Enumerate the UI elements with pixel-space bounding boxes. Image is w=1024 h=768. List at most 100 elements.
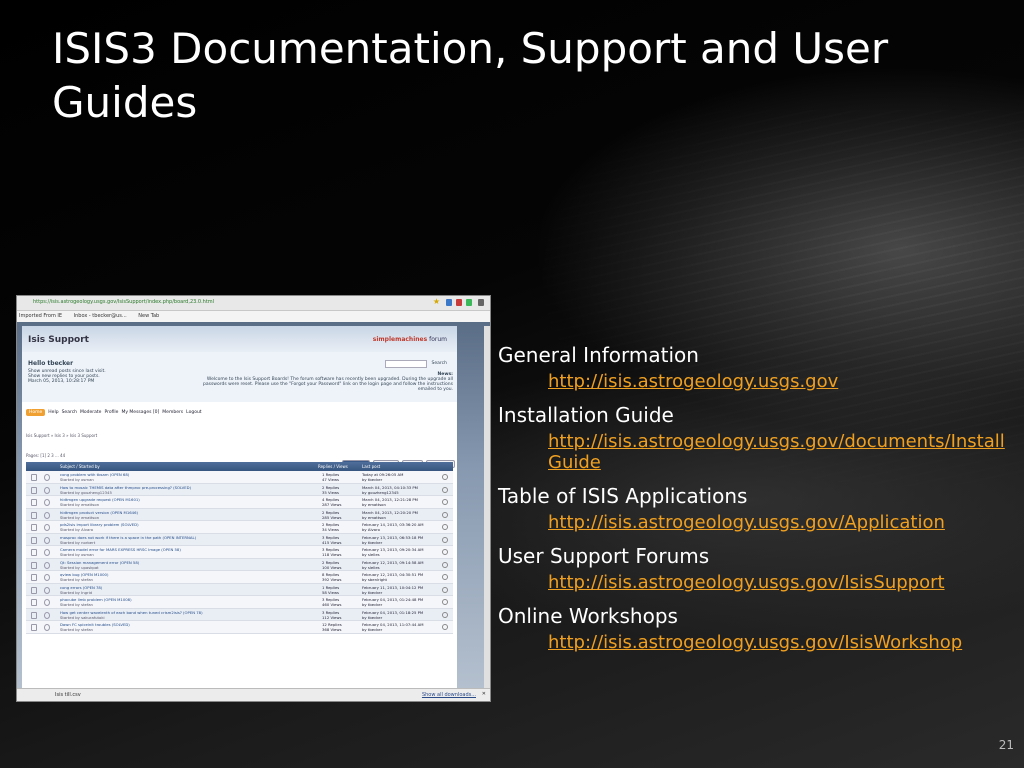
topic-icon bbox=[31, 511, 37, 519]
select-icon bbox=[442, 561, 448, 568]
topic-stats: 3 Replies 460 Views bbox=[322, 597, 342, 607]
topic-starter: Started by norbert bbox=[60, 539, 96, 545]
topic-icon bbox=[31, 499, 37, 506]
table-row: qview bug (OPEN M1000) Started by stefan 8… bbox=[26, 571, 453, 584]
browser-page: Isis Support simplemachines forum Hello … bbox=[17, 322, 490, 689]
topic-last-post: February 04, 2013, 01:18:25 PM by tbecker bbox=[362, 609, 424, 620]
topic-last-post: February 13, 2013, 06:53:18 PM by tbecker bbox=[362, 534, 424, 545]
download-file: Isis till.csv bbox=[55, 692, 81, 698]
select-icon bbox=[442, 536, 448, 543]
resource-link[interactable]: http://isis.astrogeology.usgs.gov/IsisSu… bbox=[548, 572, 1018, 593]
forum-name: Isis Support bbox=[28, 335, 89, 345]
topic-last-post: February 13, 2013, 09:20:34 AM by slelles bbox=[362, 547, 424, 557]
topic-stats: 12 Replies 368 Views bbox=[322, 622, 342, 632]
topic-table: Subject / Started by Replies / Views Las… bbox=[26, 462, 453, 634]
table-row: phocube limb problem (OPEN M1008) Started… bbox=[26, 596, 453, 609]
table-row: How to mosaic THEMIS data after thmproc … bbox=[26, 483, 453, 496]
topic-icon bbox=[31, 561, 37, 569]
status-icon bbox=[44, 549, 50, 556]
topic-last-post: March 04, 2013, 12:20:20 PM by emattson bbox=[362, 509, 418, 520]
pagination: Pages: [1] 2 3 ... 44 bbox=[26, 453, 66, 458]
status-icon bbox=[44, 536, 50, 544]
table-row: pds2isis import library problem (SOLVED)… bbox=[26, 521, 453, 534]
resource-link[interactable]: http://isis.astrogeology.usgs.gov bbox=[548, 371, 1018, 392]
resource-heading: Online Workshops bbox=[498, 604, 678, 628]
extension-icon bbox=[466, 299, 472, 306]
topic-last-post: February 04, 2013, 11:07:44 AM by tbecker bbox=[362, 622, 424, 632]
topic-icon bbox=[31, 586, 37, 594]
show-all-downloads: Show all downloads... bbox=[421, 692, 476, 698]
status-icon bbox=[44, 499, 50, 506]
topic-starter: Started by sakurafutoki bbox=[60, 614, 105, 620]
select-icon bbox=[442, 574, 448, 580]
status-icon bbox=[44, 486, 50, 494]
topic-stats: 2 Replies 34 Views bbox=[322, 522, 340, 532]
resource-item: User Support Forums http://isis.astrogeo… bbox=[498, 543, 1018, 593]
topic-icon bbox=[31, 486, 37, 494]
topic-starter: Started by gouzheng12345 bbox=[60, 489, 112, 495]
scrollbar bbox=[484, 326, 490, 689]
table-row: hidtmgen product version (OPEN M1646) Sta… bbox=[26, 508, 453, 521]
table-row: mosproc does not work if there is a spac… bbox=[26, 533, 453, 546]
topic-stats: 4 Replies 287 Views bbox=[322, 497, 342, 507]
topic-icon bbox=[31, 549, 37, 556]
topic-stats: 2 Replies 100 Views bbox=[322, 559, 342, 570]
bookmark: Imported From IE bbox=[19, 313, 63, 319]
topic-starter: Started by stefan bbox=[60, 602, 93, 607]
slide-number: 21 bbox=[998, 738, 1014, 752]
forum-logo: simplemachines forum bbox=[372, 336, 447, 343]
topic-starter: Started by stefan bbox=[60, 627, 93, 632]
table-row: Dawn FC spiceinit troubles (SOLVED) Start… bbox=[26, 621, 453, 634]
topic-icon bbox=[31, 574, 37, 581]
select-icon bbox=[442, 499, 448, 505]
topic-stats: 1 Replies 58 Views bbox=[322, 584, 340, 595]
topic-starter: Started by osman bbox=[60, 477, 94, 482]
topic-last-post: February 11, 2013, 10:04:12 PM by tbecker bbox=[362, 584, 424, 595]
topic-last-post: February 12, 2013, 04:30:51 PM by sbenlri… bbox=[362, 572, 424, 582]
status-icon bbox=[44, 624, 50, 631]
topic-last-post: February 04, 2013, 01:24:48 PM by tbecker bbox=[362, 597, 424, 607]
topic-stats: 8 Replies 392 Views bbox=[322, 572, 342, 582]
news-box: News: Welcome to the Isis Support Boards… bbox=[203, 372, 454, 392]
table-row: cong errors (OPEN 78) Started by Ingrid 1 … bbox=[26, 583, 453, 596]
bookmark: New Tab bbox=[138, 313, 160, 319]
topic-icon bbox=[31, 599, 37, 606]
select-icon bbox=[442, 586, 448, 593]
topic-starter: Started by Alvaro bbox=[60, 527, 94, 532]
topic-last-post: March 04, 2013, 04:10:33 PM by gouzheng12… bbox=[362, 484, 418, 495]
select-icon bbox=[442, 549, 448, 555]
table-header: Subject / Started by Replies / Views Las… bbox=[26, 462, 453, 471]
select-icon bbox=[442, 611, 448, 618]
resource-item: Table of ISIS Applications http://isis.a… bbox=[498, 483, 1018, 533]
select-icon bbox=[442, 524, 448, 530]
resource-item: Installation Guide http://isis.astrogeol… bbox=[498, 402, 1018, 473]
resource-link[interactable]: http://isis.astrogeology.usgs.gov/IsisWo… bbox=[548, 632, 1018, 653]
downloads-bar: Isis till.csv Show all downloads... ✕ bbox=[17, 688, 490, 701]
topic-last-post: February 14, 2013, 03:36:20 AM by Alvaro bbox=[362, 522, 424, 532]
close-icon: ✕ bbox=[481, 691, 486, 697]
greeting: Hello tbecker bbox=[28, 360, 74, 367]
status-icon bbox=[44, 511, 50, 519]
select-icon bbox=[442, 624, 448, 630]
topic-icon bbox=[31, 524, 37, 531]
resource-link[interactable]: http://isis.astrogeology.usgs.gov/Applic… bbox=[548, 512, 1018, 533]
topic-stats: 3 Replies 118 Views bbox=[322, 547, 342, 557]
status-icon bbox=[44, 561, 50, 569]
topic-last-post: February 12, 2013, 09:14:58 AM by slelles bbox=[362, 559, 424, 570]
topic-stats: 2 Replies 285 Views bbox=[322, 509, 342, 520]
forum-panel: Isis Support simplemachines forum Hello … bbox=[22, 326, 457, 689]
table-row: How get center wavelenth of each band wh… bbox=[26, 608, 453, 621]
breadcrumb: Isis Support » Isis 3 » Isis 3 Support bbox=[26, 433, 98, 438]
table-row: cong problem with tbsam (OPEN 68) Started… bbox=[26, 471, 453, 484]
table-row: hidtmgen upgrade request (OPEN M1601) Sta… bbox=[26, 496, 453, 509]
topic-starter: Started by upaskpat bbox=[60, 564, 99, 570]
resource-heading: Table of ISIS Applications bbox=[498, 484, 748, 508]
topic-stats: 1 Replies 47 Views bbox=[322, 472, 340, 482]
extension-icon bbox=[446, 299, 452, 306]
browser-toolbar: https://isis.astrogeology.usgs.gov/IsisS… bbox=[17, 296, 490, 311]
table-row: Camera model error for MARS EXPRESS HRSC… bbox=[26, 546, 453, 559]
resource-link[interactable]: http://isis.astrogeology.usgs.gov/docume… bbox=[548, 431, 1018, 473]
resource-item: Online Workshops http://isis.astrogeolog… bbox=[498, 603, 1018, 653]
mail-icon bbox=[456, 299, 462, 306]
status-icon bbox=[44, 474, 50, 481]
